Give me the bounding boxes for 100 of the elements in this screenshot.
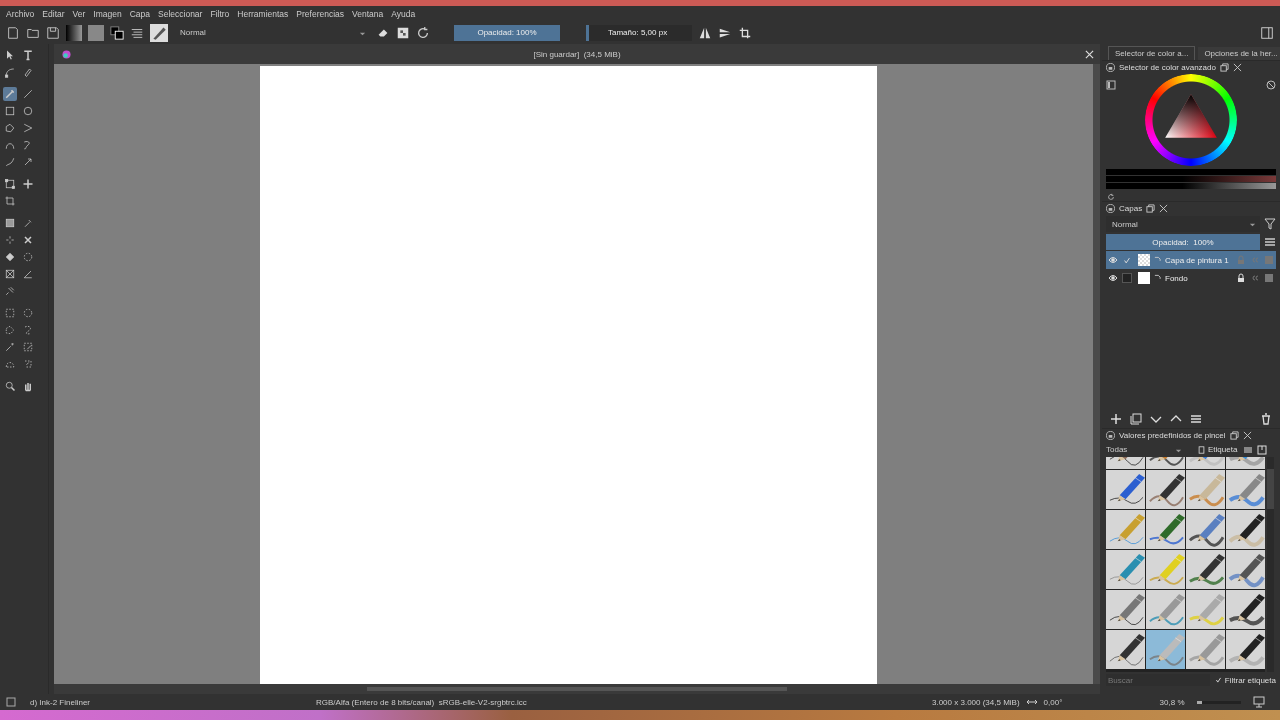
- brush-preset[interactable]: [1186, 510, 1225, 549]
- menu-item[interactable]: Filtro: [210, 8, 230, 19]
- shape-edit-icon[interactable]: [3, 65, 17, 79]
- close-icon[interactable]: [1085, 49, 1094, 59]
- panel-icon[interactable]: [1257, 444, 1268, 455]
- float-icon[interactable]: [1229, 431, 1239, 440]
- duplicate-icon[interactable]: [1130, 413, 1142, 425]
- menu-item[interactable]: Archivo: [6, 8, 35, 19]
- curve-stroke-icon[interactable]: [3, 155, 17, 169]
- opacity-slider[interactable]: Opacidad: 100%: [1106, 234, 1260, 250]
- float-icon[interactable]: [1146, 204, 1156, 213]
- layout-icon[interactable]: [1106, 80, 1116, 90]
- docker-tab[interactable]: Selector de color a...: [1108, 46, 1196, 60]
- menu-item[interactable]: Imagen: [93, 8, 122, 19]
- pin-icon[interactable]: [3, 284, 17, 298]
- opacity-slider[interactable]: Opacidad: 100%: [454, 24, 560, 41]
- brush-preset[interactable]: [1226, 510, 1265, 549]
- move-icon[interactable]: [21, 177, 35, 191]
- docker-tab[interactable]: Opciones de la her...: [1198, 47, 1280, 60]
- rectangle-select-icon[interactable]: [3, 306, 17, 320]
- scrollbar[interactable]: [1267, 457, 1274, 672]
- line-icon[interactable]: [21, 87, 35, 101]
- layer-checkbox[interactable]: [1122, 273, 1132, 283]
- blend-mode-dropdown[interactable]: Normal: [174, 24, 370, 41]
- tag-dropdown[interactable]: Todas: [1106, 441, 1186, 458]
- brush-preset-thumbnail[interactable]: [150, 23, 168, 42]
- save-icon[interactable]: [46, 25, 60, 40]
- brush-preset[interactable]: [1226, 590, 1265, 629]
- prohibited-icon[interactable]: [1266, 80, 1276, 90]
- panel-layout-icon[interactable]: [1260, 25, 1274, 40]
- wrap-icon[interactable]: [738, 25, 752, 40]
- lock-icon[interactable]: [1106, 63, 1115, 72]
- crossed-square-icon[interactable]: [3, 267, 17, 281]
- caret-icon[interactable]: [1249, 221, 1256, 228]
- menu-item[interactable]: Ver: [72, 8, 86, 19]
- filter-tag-checkbox[interactable]: Filtrar etiqueta: [1214, 675, 1276, 685]
- menu-icon[interactable]: [1264, 236, 1276, 248]
- bucket-icon[interactable]: [3, 250, 17, 264]
- brush-icon[interactable]: [3, 87, 17, 101]
- menu-item[interactable]: Ayuda: [391, 8, 416, 19]
- checker-icon[interactable]: [396, 25, 410, 40]
- properties-icon[interactable]: [1190, 413, 1202, 425]
- rectangle-icon[interactable]: [3, 104, 17, 118]
- menu-icon[interactable]: [1243, 444, 1254, 455]
- magic-wand-icon[interactable]: [3, 340, 17, 354]
- ellipse-icon[interactable]: [21, 104, 35, 118]
- menu-item[interactable]: Capa: [129, 8, 150, 19]
- trash-icon[interactable]: [1260, 413, 1272, 425]
- eye-icon[interactable]: [1108, 273, 1118, 283]
- brush-preset[interactable]: [1226, 550, 1265, 589]
- close-icon[interactable]: [1232, 63, 1242, 72]
- layer-name: Fondo: [1165, 273, 1189, 283]
- menu-item[interactable]: Preferencias: [296, 8, 345, 19]
- color-sliders[interactable]: [1106, 169, 1276, 189]
- blend-mode-dropdown[interactable]: Normal: [1106, 216, 1260, 232]
- dashed-circle-icon[interactable]: [21, 250, 35, 264]
- lock-icon[interactable]: [1106, 204, 1115, 213]
- new-document-icon[interactable]: [6, 25, 20, 40]
- similar-select-icon[interactable]: [21, 340, 35, 354]
- gradient-swatch[interactable]: [66, 24, 82, 41]
- layer-checkbox[interactable]: [1122, 255, 1132, 265]
- ellipse-select-icon[interactable]: [21, 306, 35, 320]
- add-icon[interactable]: [1110, 413, 1122, 425]
- reload-icon[interactable]: [416, 25, 430, 40]
- menu-item[interactable]: Herramientas: [237, 8, 289, 19]
- rotation-angle: 0,00°: [1043, 697, 1064, 707]
- refresh-icon[interactable]: [1106, 193, 1116, 201]
- tag-button[interactable]: Etiqueta: [1196, 445, 1240, 454]
- polyline-icon[interactable]: [21, 121, 35, 135]
- brush-preset[interactable]: [1186, 550, 1225, 589]
- pattern-swatch[interactable]: [88, 24, 104, 41]
- color-swatch-icon[interactable]: [110, 25, 124, 40]
- float-icon[interactable]: [1219, 63, 1229, 72]
- close-icon[interactable]: [1159, 204, 1169, 213]
- menu-item[interactable]: Seleccionar: [158, 8, 203, 19]
- close-icon[interactable]: [1242, 431, 1252, 440]
- menu-item[interactable]: Editar: [42, 8, 65, 19]
- brush-preset[interactable]: [1106, 630, 1145, 669]
- zoom-level: 30,8 %: [1159, 697, 1185, 707]
- brush-preset[interactable]: [1146, 470, 1185, 509]
- filter-icon[interactable]: [1264, 218, 1276, 230]
- layer-row[interactable]: Fondo: [1106, 269, 1276, 287]
- size-slider[interactable]: Tamaño: 5,00 px: [586, 24, 692, 41]
- menu-item[interactable]: Ventana: [352, 8, 384, 19]
- search-field[interactable]: Buscar: [1106, 674, 1210, 686]
- brush-preset[interactable]: [1226, 630, 1265, 669]
- polygon-icon[interactable]: [3, 121, 17, 135]
- transform-icon[interactable]: [3, 177, 17, 191]
- lock-icon[interactable]: [1106, 431, 1115, 440]
- lock-icon[interactable]: [1236, 273, 1246, 283]
- crop-icon[interactable]: [3, 194, 17, 208]
- polygon-select-icon[interactable]: [3, 323, 17, 337]
- layer-row[interactable]: Capa de pintura 1: [1106, 251, 1276, 269]
- selection-icon[interactable]: [6, 697, 16, 707]
- image-size: 3.000 x 3.000 (34,5 MiB): [932, 697, 1020, 707]
- app-logo-icon: [62, 49, 71, 59]
- vertical-scrollbar[interactable]: [1093, 64, 1100, 684]
- zoom-icon[interactable]: [3, 379, 17, 393]
- monitor-icon[interactable]: [1252, 696, 1265, 708]
- text-tool-icon[interactable]: [21, 48, 35, 62]
